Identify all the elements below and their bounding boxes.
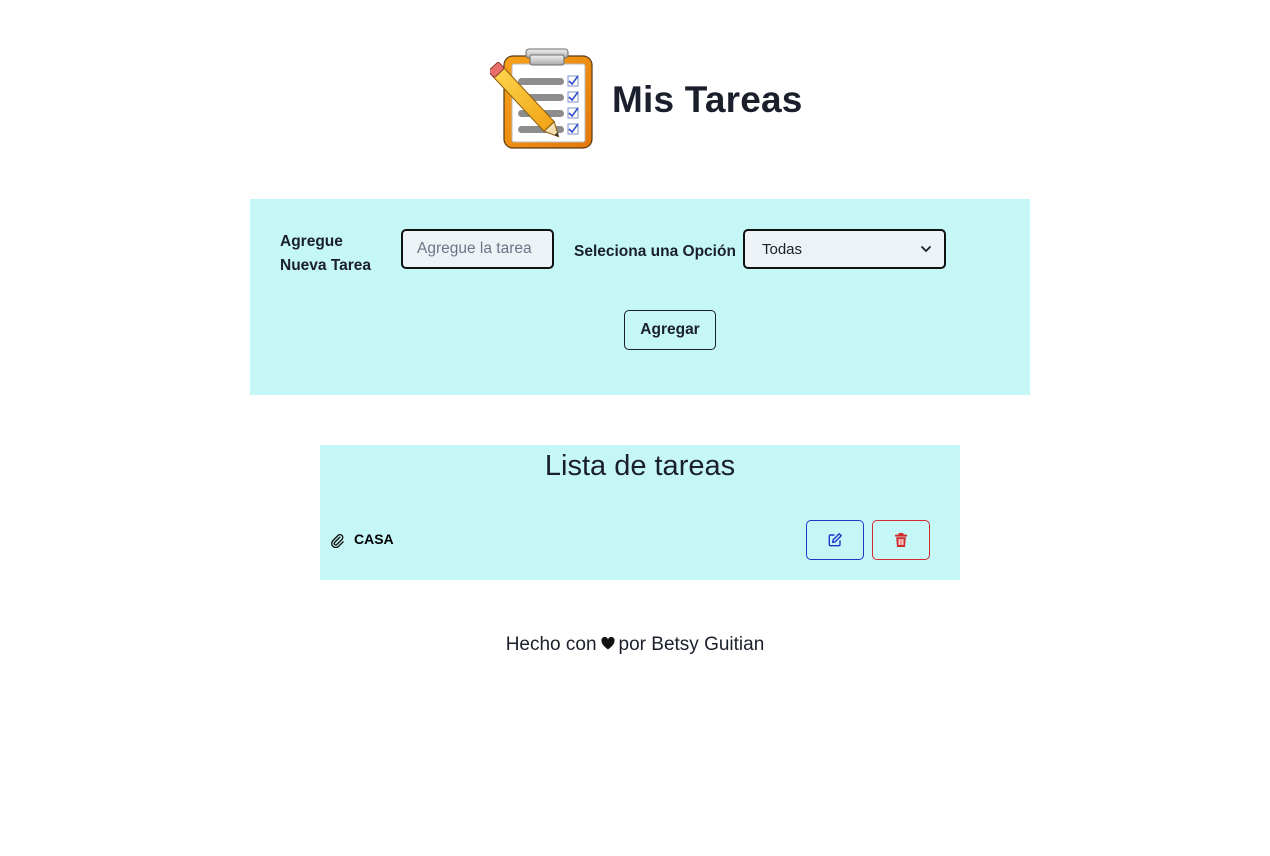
task-list-title: Lista de tareas: [544, 450, 736, 482]
filter-select-value: Todas: [762, 240, 803, 258]
filter-select[interactable]: Todas: [743, 229, 946, 269]
add-task-button[interactable]: Agregar: [624, 310, 716, 350]
footer-prefix: Hecho con: [505, 634, 597, 655]
footer-credit: por Betsy Guitian: [618, 634, 765, 655]
trash-icon: [895, 533, 907, 547]
page: Mis Tareas Agregue Nueva Tarea Seleciona…: [0, 0, 1270, 856]
edit-icon: [828, 533, 842, 547]
task-input[interactable]: [401, 229, 554, 269]
new-task-label: Agregue Nueva Tarea: [280, 233, 372, 274]
add-task-form: Agregue Nueva Tarea Seleciona una Opción…: [250, 199, 1030, 395]
edit-task-button[interactable]: [806, 520, 864, 560]
paperclip-icon: [331, 534, 344, 548]
page-title: Mis Tareas: [612, 79, 803, 120]
footer: Hecho con por Betsy Guitian: [0, 634, 1270, 656]
heart-icon: [601, 637, 615, 650]
clipboard-checklist-pencil-icon: [490, 48, 593, 149]
delete-task-button[interactable]: [872, 520, 930, 560]
task-text: CASA: [354, 531, 394, 547]
task-item: CASA: [320, 520, 960, 560]
app-header: Mis Tareas: [490, 46, 803, 154]
task-list: Lista de tareas CASA: [320, 445, 960, 580]
filter-label: Seleciona una Opción: [574, 243, 736, 260]
chevron-down-icon: [921, 246, 931, 252]
